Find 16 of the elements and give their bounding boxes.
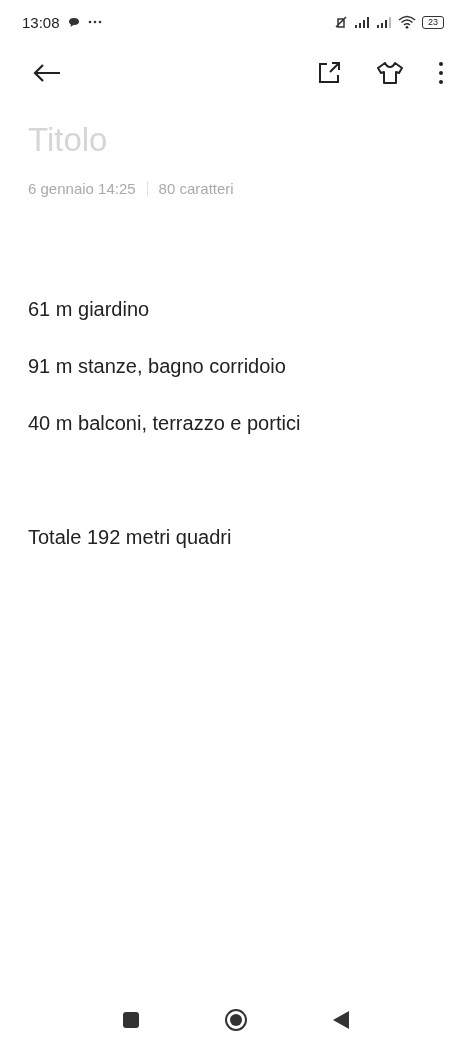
chat-bubble-icon — [67, 16, 80, 28]
signal-icon — [354, 16, 372, 28]
signal-icon — [376, 16, 394, 28]
battery-indicator: 23 — [422, 15, 444, 29]
note-line: Totale 192 metri quadri — [28, 525, 233, 550]
home-button[interactable] — [222, 1006, 250, 1034]
note-date: 6 gennaio 14:25 — [28, 180, 136, 197]
character-count: 80 caratteri — [158, 180, 234, 197]
wifi-icon — [398, 15, 416, 29]
note-line: 91 m stanze, bagno corridoio — [28, 354, 287, 379]
more-dots-icon — [87, 20, 102, 24]
note-line: 40 m balconi, terrazzo e portici — [28, 411, 302, 436]
note-line: 61 m giardino — [28, 297, 151, 322]
menu-icon — [438, 61, 444, 85]
status-time: 13:08 — [22, 13, 60, 31]
menu-button[interactable] — [436, 59, 446, 87]
